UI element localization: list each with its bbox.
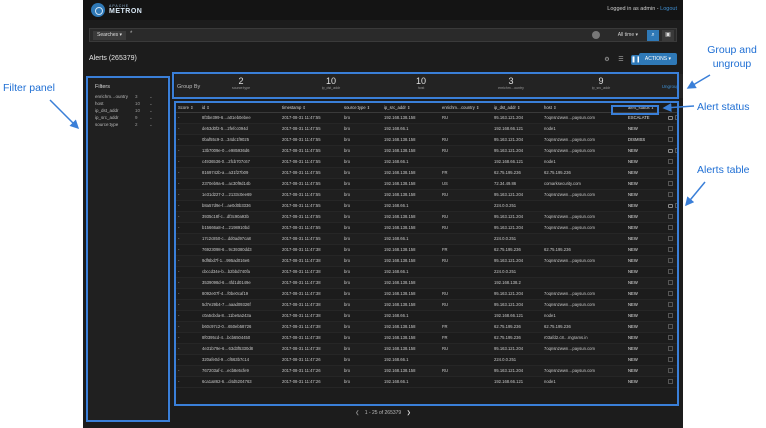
group-ungroup-arrow xyxy=(686,74,711,89)
annotation-arrows xyxy=(49,74,711,207)
filter-panel-arrow xyxy=(49,99,80,130)
alerts-table-arrow xyxy=(685,181,706,207)
alert-status-arrow xyxy=(662,103,695,112)
